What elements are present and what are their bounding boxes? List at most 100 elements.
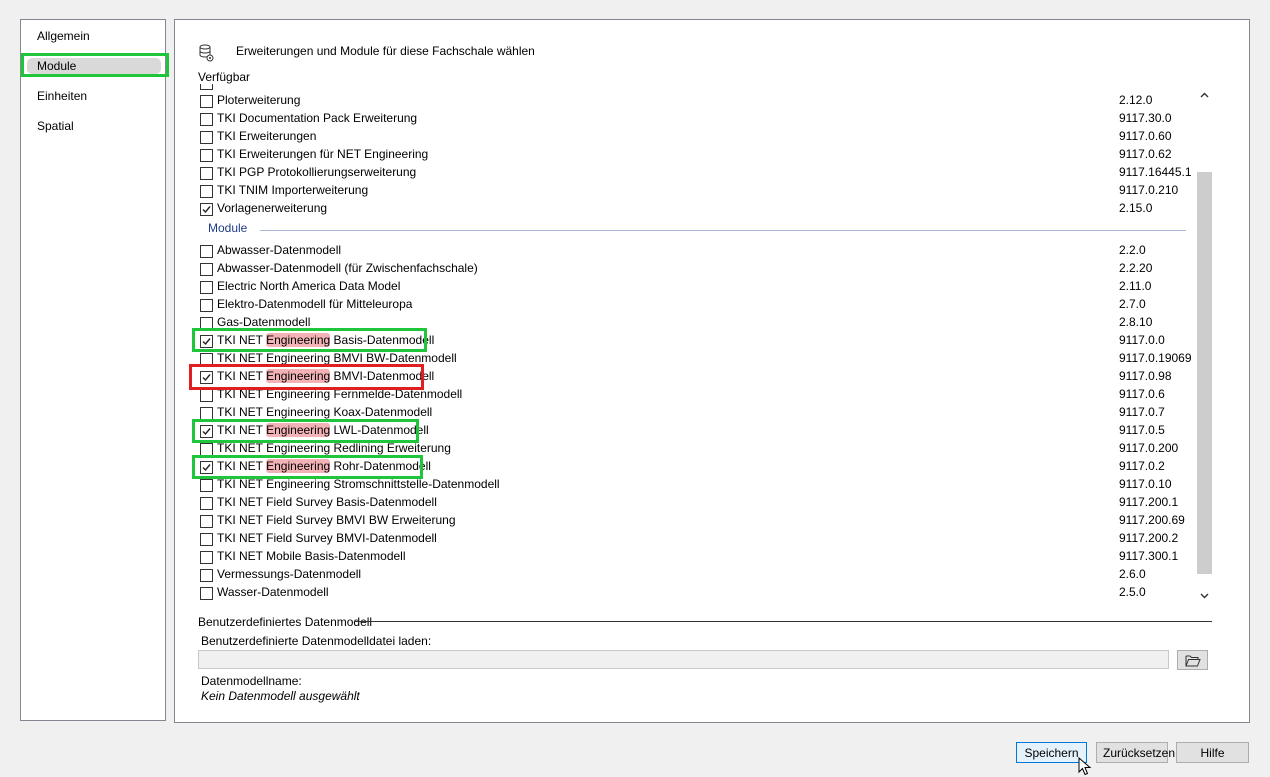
module-row[interactable]: TKI NET Engineering Basis-Datenmodell 911… bbox=[196, 332, 1194, 350]
item-name: Ploterweiterung bbox=[217, 93, 301, 107]
item-version: 9117.0.210 bbox=[1119, 183, 1179, 197]
checkbox[interactable] bbox=[200, 569, 213, 582]
checkbox-checked[interactable] bbox=[200, 203, 213, 216]
checkbox[interactable] bbox=[200, 263, 213, 276]
checkbox[interactable] bbox=[200, 407, 213, 420]
module-row[interactable]: Elektro-Datenmodell für Mitteleuropa 2.7.… bbox=[196, 296, 1194, 314]
item-name: TKI NET Mobile Basis-Datenmodell bbox=[217, 549, 406, 563]
checkbox[interactable] bbox=[200, 95, 213, 108]
list-scrollbar[interactable] bbox=[1197, 84, 1212, 602]
extension-row[interactable]: Ploterweiterung 2.12.0 bbox=[196, 92, 1194, 110]
help-button[interactable]: Hilfe bbox=[1176, 742, 1249, 763]
scroll-down-arrow-icon[interactable] bbox=[1199, 590, 1210, 601]
checkbox[interactable] bbox=[200, 281, 213, 294]
scroll-thumb[interactable] bbox=[1197, 172, 1212, 574]
module-row[interactable]: Abwasser-Datenmodell 2.2.0 bbox=[196, 242, 1194, 260]
nav-item-einheiten[interactable]: Einheiten bbox=[37, 88, 87, 104]
checkbox[interactable] bbox=[200, 551, 213, 564]
extension-row[interactable]: Vorlagenerweiterung 2.15.0 bbox=[196, 200, 1194, 218]
checkbox[interactable] bbox=[200, 131, 213, 144]
module-row[interactable]: Electric North America Data Model 2.11.0 bbox=[196, 278, 1194, 296]
item-version: 2.2.20 bbox=[1119, 261, 1153, 275]
module-row[interactable]: TKI NET Engineering Fernmelde-Datenmodel… bbox=[196, 386, 1194, 404]
module-row[interactable]: TKI NET Engineering BMVI-Datenmodell 9117… bbox=[196, 368, 1194, 386]
checkbox-checked[interactable] bbox=[200, 425, 213, 438]
module-row[interactable]: TKI NET Engineering BMVI BW-Datenmodell 9… bbox=[196, 350, 1194, 368]
nav-item-module[interactable]: Module bbox=[27, 58, 161, 74]
module-row[interactable]: TKI NET Engineering Stromschnittstelle-D… bbox=[196, 476, 1194, 494]
module-row[interactable]: Abwasser-Datenmodell (für Zwischenfachsc… bbox=[196, 260, 1194, 278]
checkbox[interactable] bbox=[200, 389, 213, 402]
checkbox[interactable] bbox=[200, 479, 213, 492]
module-row[interactable]: TKI NET Field Survey BMVI BW Erweiterung… bbox=[196, 512, 1194, 530]
checkbox[interactable] bbox=[200, 587, 213, 600]
item-name: TKI NET Engineering Fernmelde-Datenmodel… bbox=[217, 387, 463, 401]
item-version: 9117.300.1 bbox=[1119, 549, 1179, 563]
item-name-part: TKI NET bbox=[217, 423, 267, 437]
section-divider bbox=[260, 230, 1186, 231]
checkbox-checked[interactable] bbox=[200, 335, 213, 348]
module-row[interactable]: TKI NET Field Survey BMVI-Datenmodell 911… bbox=[196, 530, 1194, 548]
item-name-part: Basis-Datenmodell bbox=[330, 333, 435, 347]
model-name-label: Datenmodellname: bbox=[201, 674, 302, 688]
item-name-part: LWL-Datenmodell bbox=[330, 423, 429, 437]
item-name-part: Rohr-Datenmodell bbox=[330, 459, 431, 473]
item-version: 9117.0.62 bbox=[1119, 147, 1172, 161]
checkbox[interactable] bbox=[200, 497, 213, 510]
checkbox[interactable] bbox=[200, 443, 213, 456]
checkbox[interactable] bbox=[200, 533, 213, 546]
extension-row[interactable]: TKI PGP Protokollierungserweiterung 9117.… bbox=[196, 164, 1194, 182]
checkbox[interactable] bbox=[200, 515, 213, 528]
nav-item-allgemein[interactable]: Allgemein bbox=[37, 28, 90, 44]
nav-item-spatial[interactable]: Spatial bbox=[37, 118, 74, 134]
item-name: TKI PGP Protokollierungserweiterung bbox=[217, 165, 417, 179]
checkbox[interactable] bbox=[200, 299, 213, 312]
checkbox[interactable] bbox=[200, 317, 213, 330]
extension-row[interactable]: TKI Erweiterungen für NET Engineering 911… bbox=[196, 146, 1194, 164]
module-row[interactable]: TKI NET Engineering Koax-Datenmodell 9117… bbox=[196, 404, 1194, 422]
item-name: TKI NET Engineering Basis-Datenmodell bbox=[217, 333, 434, 347]
item-name: Gas-Datenmodell bbox=[217, 315, 311, 329]
item-version: 9117.0.7 bbox=[1119, 405, 1165, 419]
item-version: 2.11.0 bbox=[1119, 279, 1152, 293]
module-row[interactable]: TKI NET Engineering LWL-Datenmodell 9117.… bbox=[196, 422, 1194, 440]
checkbox-checked[interactable] bbox=[200, 461, 213, 474]
item-name: TKI NET Engineering Koax-Datenmodell bbox=[217, 405, 433, 419]
checkbox[interactable] bbox=[200, 353, 213, 366]
settings-nav: Allgemein Module Einheiten Spatial bbox=[20, 19, 166, 721]
browse-button[interactable] bbox=[1177, 650, 1208, 670]
item-name-part: BMVI-Datenmodell bbox=[330, 369, 435, 383]
custom-file-input[interactable] bbox=[198, 650, 1169, 669]
extension-row[interactable]: TKI TNIM Importerweiterung 9117.0.210 bbox=[196, 182, 1194, 200]
save-button[interactable]: Speichern bbox=[1016, 742, 1087, 763]
module-row[interactable]: Vermessungs-Datenmodell 2.6.0 bbox=[196, 566, 1194, 584]
item-version: 2.2.0 bbox=[1119, 243, 1146, 257]
item-name-part: TKI NET bbox=[217, 369, 267, 383]
module-row[interactable]: TKI NET Engineering Redlining Erweiterun… bbox=[196, 440, 1194, 458]
checkbox[interactable] bbox=[200, 167, 213, 180]
extension-row[interactable]: TKI Erweiterungen 9117.0.60 bbox=[196, 128, 1194, 146]
item-name: Abwasser-Datenmodell bbox=[217, 243, 342, 257]
extension-row[interactable]: TKI Documentation Pack Erweiterung 9117.3… bbox=[196, 110, 1194, 128]
item-version: 2.15.0 bbox=[1119, 201, 1153, 215]
reset-button[interactable]: Zurücksetzen bbox=[1096, 742, 1175, 763]
item-name: TKI NET Engineering Rohr-Datenmodell bbox=[217, 459, 431, 473]
item-version: 9117.30.0 bbox=[1119, 111, 1172, 125]
scroll-up-arrow-icon[interactable] bbox=[1199, 90, 1210, 101]
custom-model-title: Benutzerdefiniertes Datenmodell bbox=[198, 615, 373, 629]
module-row[interactable]: Wasser-Datenmodell 2.5.0 bbox=[196, 584, 1194, 602]
item-version: 2.6.0 bbox=[1119, 567, 1146, 581]
item-name: TKI NET Engineering Redlining Erweiterun… bbox=[217, 441, 451, 455]
checkbox[interactable] bbox=[200, 185, 213, 198]
module-row[interactable]: Gas-Datenmodell 2.8.10 bbox=[196, 314, 1194, 332]
checkbox bbox=[200, 84, 213, 90]
module-row[interactable]: TKI NET Engineering Rohr-Datenmodell 9117… bbox=[196, 458, 1194, 476]
module-row[interactable]: TKI NET Mobile Basis-Datenmodell 9117.300… bbox=[196, 548, 1194, 566]
checkbox-checked[interactable] bbox=[200, 371, 213, 384]
checkbox[interactable] bbox=[200, 149, 213, 162]
custom-model-divider bbox=[354, 621, 1212, 622]
checkbox[interactable] bbox=[200, 113, 213, 126]
item-name: TKI NET Engineering LWL-Datenmodell bbox=[217, 423, 429, 437]
module-row[interactable]: TKI NET Field Survey Basis-Datenmodell 91… bbox=[196, 494, 1194, 512]
checkbox[interactable] bbox=[200, 245, 213, 258]
